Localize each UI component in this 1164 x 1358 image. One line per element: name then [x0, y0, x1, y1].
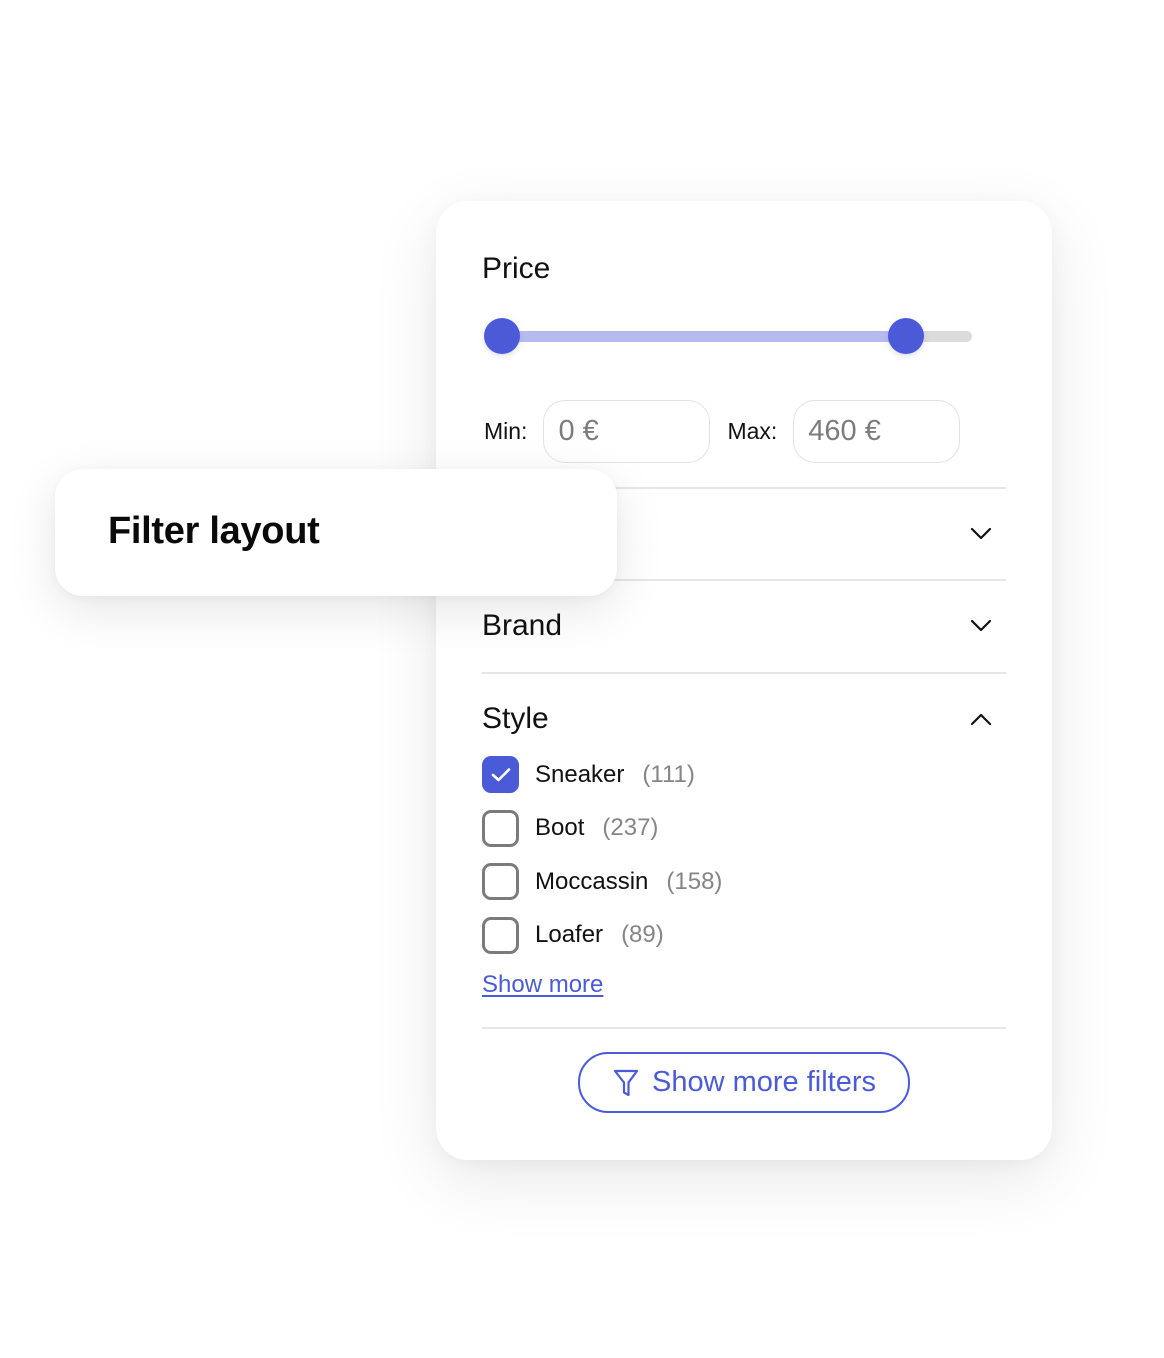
slider-max-handle[interactable]: [888, 318, 925, 354]
checkbox-unchecked[interactable]: [482, 863, 519, 900]
style-option-loafer[interactable]: Loafer (89): [482, 916, 722, 954]
chevron-up-icon: [970, 708, 992, 730]
option-label: Boot: [535, 814, 585, 841]
section-title-brand: Brand: [482, 609, 563, 642]
slider-selected-range: [502, 331, 907, 342]
slider-min-handle[interactable]: [484, 318, 520, 354]
option-count: (89): [621, 921, 664, 948]
filter-panel: Price Min: Max: Brand Style: [436, 201, 1052, 1160]
option-label: Sneaker: [535, 760, 625, 788]
show-more-link[interactable]: Show more: [482, 971, 603, 999]
style-option-boot[interactable]: Boot (237): [482, 809, 722, 847]
price-range-inputs: Min: Max:: [484, 398, 961, 464]
max-price-input[interactable]: [793, 399, 961, 463]
option-count: (111): [642, 760, 695, 788]
min-price-input[interactable]: [543, 399, 711, 463]
checkbox-unchecked[interactable]: [482, 809, 519, 847]
section-title-style: Style: [482, 702, 549, 735]
option-label: Loafer: [535, 921, 604, 948]
divider: [482, 672, 1006, 674]
min-price-label: Min:: [484, 417, 528, 444]
option-count: (158): [666, 867, 723, 895]
chevron-down-icon: [970, 615, 992, 637]
style-option-sneaker[interactable]: Sneaker (111): [482, 756, 722, 793]
filter-funnel-icon: [612, 1068, 640, 1098]
filter-layout-card: Filter layout: [55, 469, 617, 596]
checkbox-checked[interactable]: [482, 756, 519, 793]
filter-layout-title: Filter layout: [108, 510, 320, 552]
checkbox-unchecked[interactable]: [482, 916, 519, 954]
show-more-filters-label: Show more filters: [651, 1066, 876, 1098]
option-label: Moccassin: [535, 867, 649, 895]
chevron-down-icon: [970, 523, 992, 545]
show-more-filters-button[interactable]: Show more filters: [578, 1052, 910, 1113]
divider: [482, 1027, 1006, 1029]
max-price-label: Max:: [727, 417, 778, 444]
checkmark-icon: [491, 767, 510, 781]
style-section-header[interactable]: Style: [482, 697, 1006, 741]
price-section-title: Price: [482, 252, 551, 285]
style-options-list: Sneaker (111) Boot (237) Moccassin (158)…: [482, 756, 722, 970]
price-range-slider[interactable]: [484, 318, 972, 354]
style-option-moccassin[interactable]: Moccassin (158): [482, 863, 722, 900]
brand-section-header[interactable]: Brand: [482, 604, 1006, 648]
option-count: (237): [602, 814, 659, 841]
